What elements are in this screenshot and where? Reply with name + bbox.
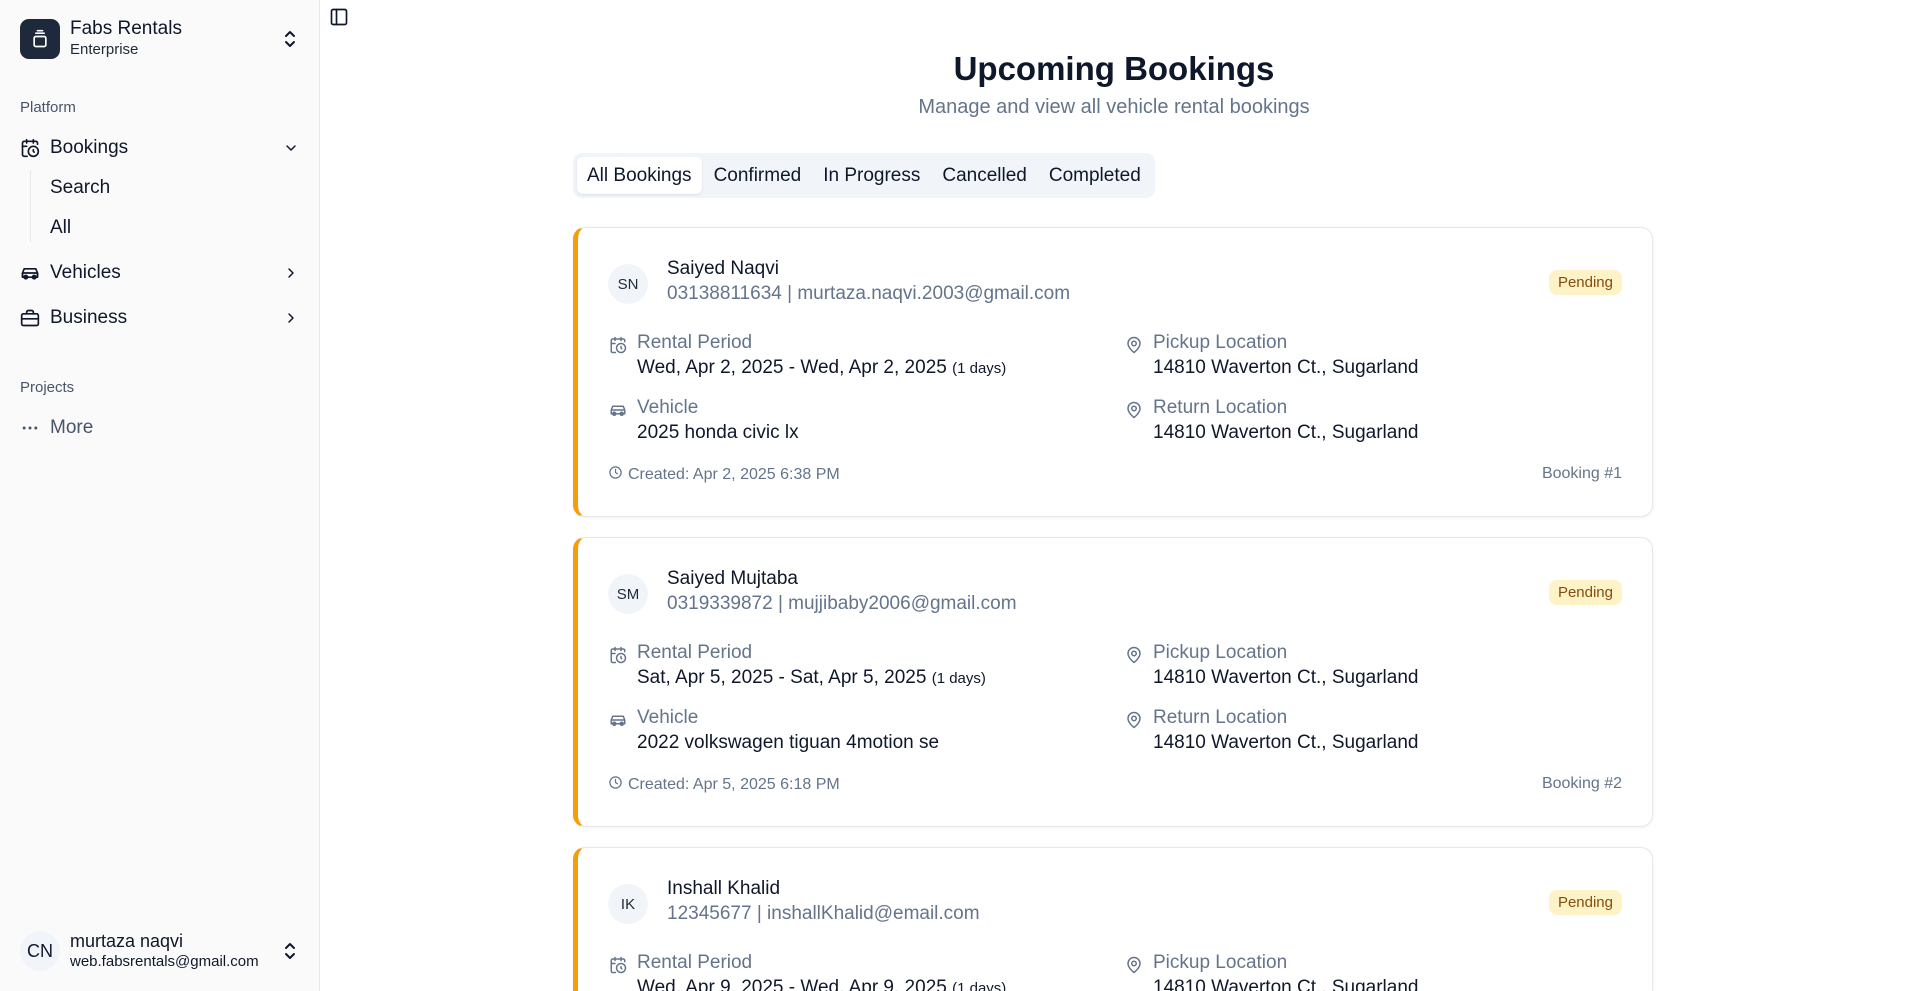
rental-days: (1 days) <box>952 360 1007 377</box>
calendar-clock-icon <box>608 335 628 355</box>
field-label: Rental Period <box>637 642 753 663</box>
customer-name: Saiyed Mujtaba <box>667 568 798 589</box>
chevrons-up-down-icon <box>280 27 300 51</box>
return-location-value: 14810 Waverton Ct., Sugarland <box>1153 422 1419 443</box>
car-icon <box>20 263 40 283</box>
status-badge: Pending <box>1548 580 1622 605</box>
org-name: Fabs Rentals <box>70 18 182 39</box>
map-pin-icon <box>1124 645 1144 665</box>
map-pin-icon <box>1124 710 1144 730</box>
rental-dates: Wed, Apr 9, 2025 - Wed, Apr 9, 2025 <box>637 977 947 991</box>
created-timestamp: Created: Apr 2, 2025 6:38 PM <box>608 465 840 485</box>
chevrons-up-down-icon <box>280 939 300 963</box>
submenu-rail <box>30 170 31 242</box>
calendar-clock-icon <box>20 138 40 158</box>
car-icon <box>608 400 628 420</box>
group-label-platform: Platform <box>20 99 76 116</box>
field-label: Pickup Location <box>1153 642 1288 663</box>
vehicle-value: 2025 honda civic lx <box>637 422 799 443</box>
map-pin-icon <box>1124 400 1144 420</box>
field-label: Pickup Location <box>1153 332 1288 353</box>
created-text: Created: Apr 5, 2025 6:18 PM <box>628 776 840 793</box>
return-location-value: 14810 Waverton Ct., Sugarland <box>1153 732 1419 753</box>
calendar-clock-icon <box>608 955 628 975</box>
sidebar-item-bookings[interactable]: Bookings <box>20 131 300 165</box>
field-label: Return Location <box>1153 397 1288 418</box>
sidebar-item-business[interactable]: Business <box>20 301 300 335</box>
clock-icon <box>608 465 623 485</box>
map-pin-icon <box>1124 335 1144 355</box>
rental-days: (1 days) <box>931 670 986 687</box>
user-email: web.fabsrentals@gmail.com <box>70 953 259 970</box>
clock-icon <box>608 775 623 795</box>
field-label: Rental Period <box>637 952 753 973</box>
pickup-location-value: 14810 Waverton Ct., Sugarland <box>1153 977 1419 991</box>
sidebar-toggle-icon[interactable] <box>328 6 350 28</box>
briefcase-icon <box>20 308 40 328</box>
org-logo-icon <box>20 19 60 59</box>
booking-number: Booking #1 <box>1541 465 1622 482</box>
field-label: Pickup Location <box>1153 952 1288 973</box>
sidebar-item-label: Bookings <box>50 137 129 158</box>
chevron-right-icon <box>282 264 300 282</box>
chevron-right-icon <box>282 309 300 327</box>
avatar: SM <box>608 574 648 614</box>
vehicle-value: 2022 volkswagen tiguan 4motion se <box>637 732 940 753</box>
tab-all-bookings[interactable]: All Bookings <box>577 157 702 194</box>
user-name: murtaza naqvi <box>70 931 184 951</box>
rental-period-value: Sat, Apr 5, 2025 - Sat, Apr 5, 2025 (1 d… <box>637 667 986 689</box>
tab-confirmed[interactable]: Confirmed <box>704 157 812 194</box>
more-horizontal-icon <box>20 418 40 438</box>
booking-card[interactable]: IK Inshall Khalid 12345677 | inshallKhal… <box>573 847 1653 991</box>
group-label-projects: Projects <box>20 379 75 396</box>
pickup-location-value: 14810 Waverton Ct., Sugarland <box>1153 667 1419 688</box>
page-subtitle: Manage and view all vehicle rental booki… <box>918 96 1310 118</box>
rental-dates: Sat, Apr 5, 2025 - Sat, Apr 5, 2025 <box>637 667 927 688</box>
created-text: Created: Apr 2, 2025 6:38 PM <box>628 466 840 483</box>
tab-cancelled[interactable]: Cancelled <box>932 157 1037 194</box>
org-switcher[interactable]: Fabs Rentals Enterprise <box>20 18 300 60</box>
customer-name: Saiyed Naqvi <box>667 258 779 279</box>
field-label: Vehicle <box>637 397 699 418</box>
sidebar-item-label: Vehicles <box>50 262 121 283</box>
pickup-location-value: 14810 Waverton Ct., Sugarland <box>1153 357 1419 378</box>
sidebar-item-label: More <box>50 417 94 438</box>
avatar: SN <box>608 264 648 304</box>
sidebar-subitem-all[interactable]: All <box>50 214 71 242</box>
rental-period-value: Wed, Apr 9, 2025 - Wed, Apr 9, 2025 (1 d… <box>637 977 1006 991</box>
booking-card[interactable]: SM Saiyed Mujtaba 0319339872 | mujjibaby… <box>573 537 1653 827</box>
booking-card[interactable]: SN Saiyed Naqvi 03138811634 | murtaza.na… <box>573 227 1653 517</box>
sidebar-item-more[interactable]: More <box>20 411 300 445</box>
customer-name: Inshall Khalid <box>667 878 781 899</box>
sidebar-subitem-search[interactable]: Search <box>50 174 110 202</box>
avatar: IK <box>608 884 648 924</box>
sidebar-item-vehicles[interactable]: Vehicles <box>20 256 300 290</box>
sidebar: Fabs Rentals Enterprise Platform Booking… <box>0 0 320 991</box>
field-label: Rental Period <box>637 332 753 353</box>
rental-dates: Wed, Apr 2, 2025 - Wed, Apr 2, 2025 <box>637 357 947 378</box>
customer-contact: 0319339872 | mujjibaby2006@gmail.com <box>667 593 1017 614</box>
status-badge: Pending <box>1548 890 1622 915</box>
user-menu[interactable]: CN murtaza naqvi web.fabsrentals@gmail.c… <box>20 928 300 974</box>
customer-contact: 03138811634 | murtaza.naqvi.2003@gmail.c… <box>667 283 1071 304</box>
field-label: Return Location <box>1153 707 1288 728</box>
car-icon <box>608 710 628 730</box>
booking-status-tabs: All Bookings Confirmed In Progress Cance… <box>573 153 1155 198</box>
sidebar-item-label: Business <box>50 307 128 328</box>
page-title: Upcoming Bookings <box>953 50 1275 87</box>
rental-days: (1 days) <box>952 980 1007 991</box>
chevron-down-icon <box>282 139 300 157</box>
created-timestamp: Created: Apr 5, 2025 6:18 PM <box>608 775 840 795</box>
rental-period-value: Wed, Apr 2, 2025 - Wed, Apr 2, 2025 (1 d… <box>637 357 1006 379</box>
customer-contact: 12345677 | inshallKhalid@email.com <box>667 903 980 924</box>
tab-in-progress[interactable]: In Progress <box>813 157 930 194</box>
calendar-clock-icon <box>608 645 628 665</box>
booking-number: Booking #2 <box>1541 775 1622 792</box>
org-plan: Enterprise <box>70 41 139 58</box>
avatar: CN <box>20 931 60 971</box>
tab-completed[interactable]: Completed <box>1039 157 1151 194</box>
status-badge: Pending <box>1548 270 1622 295</box>
field-label: Vehicle <box>637 707 699 728</box>
map-pin-icon <box>1124 955 1144 975</box>
